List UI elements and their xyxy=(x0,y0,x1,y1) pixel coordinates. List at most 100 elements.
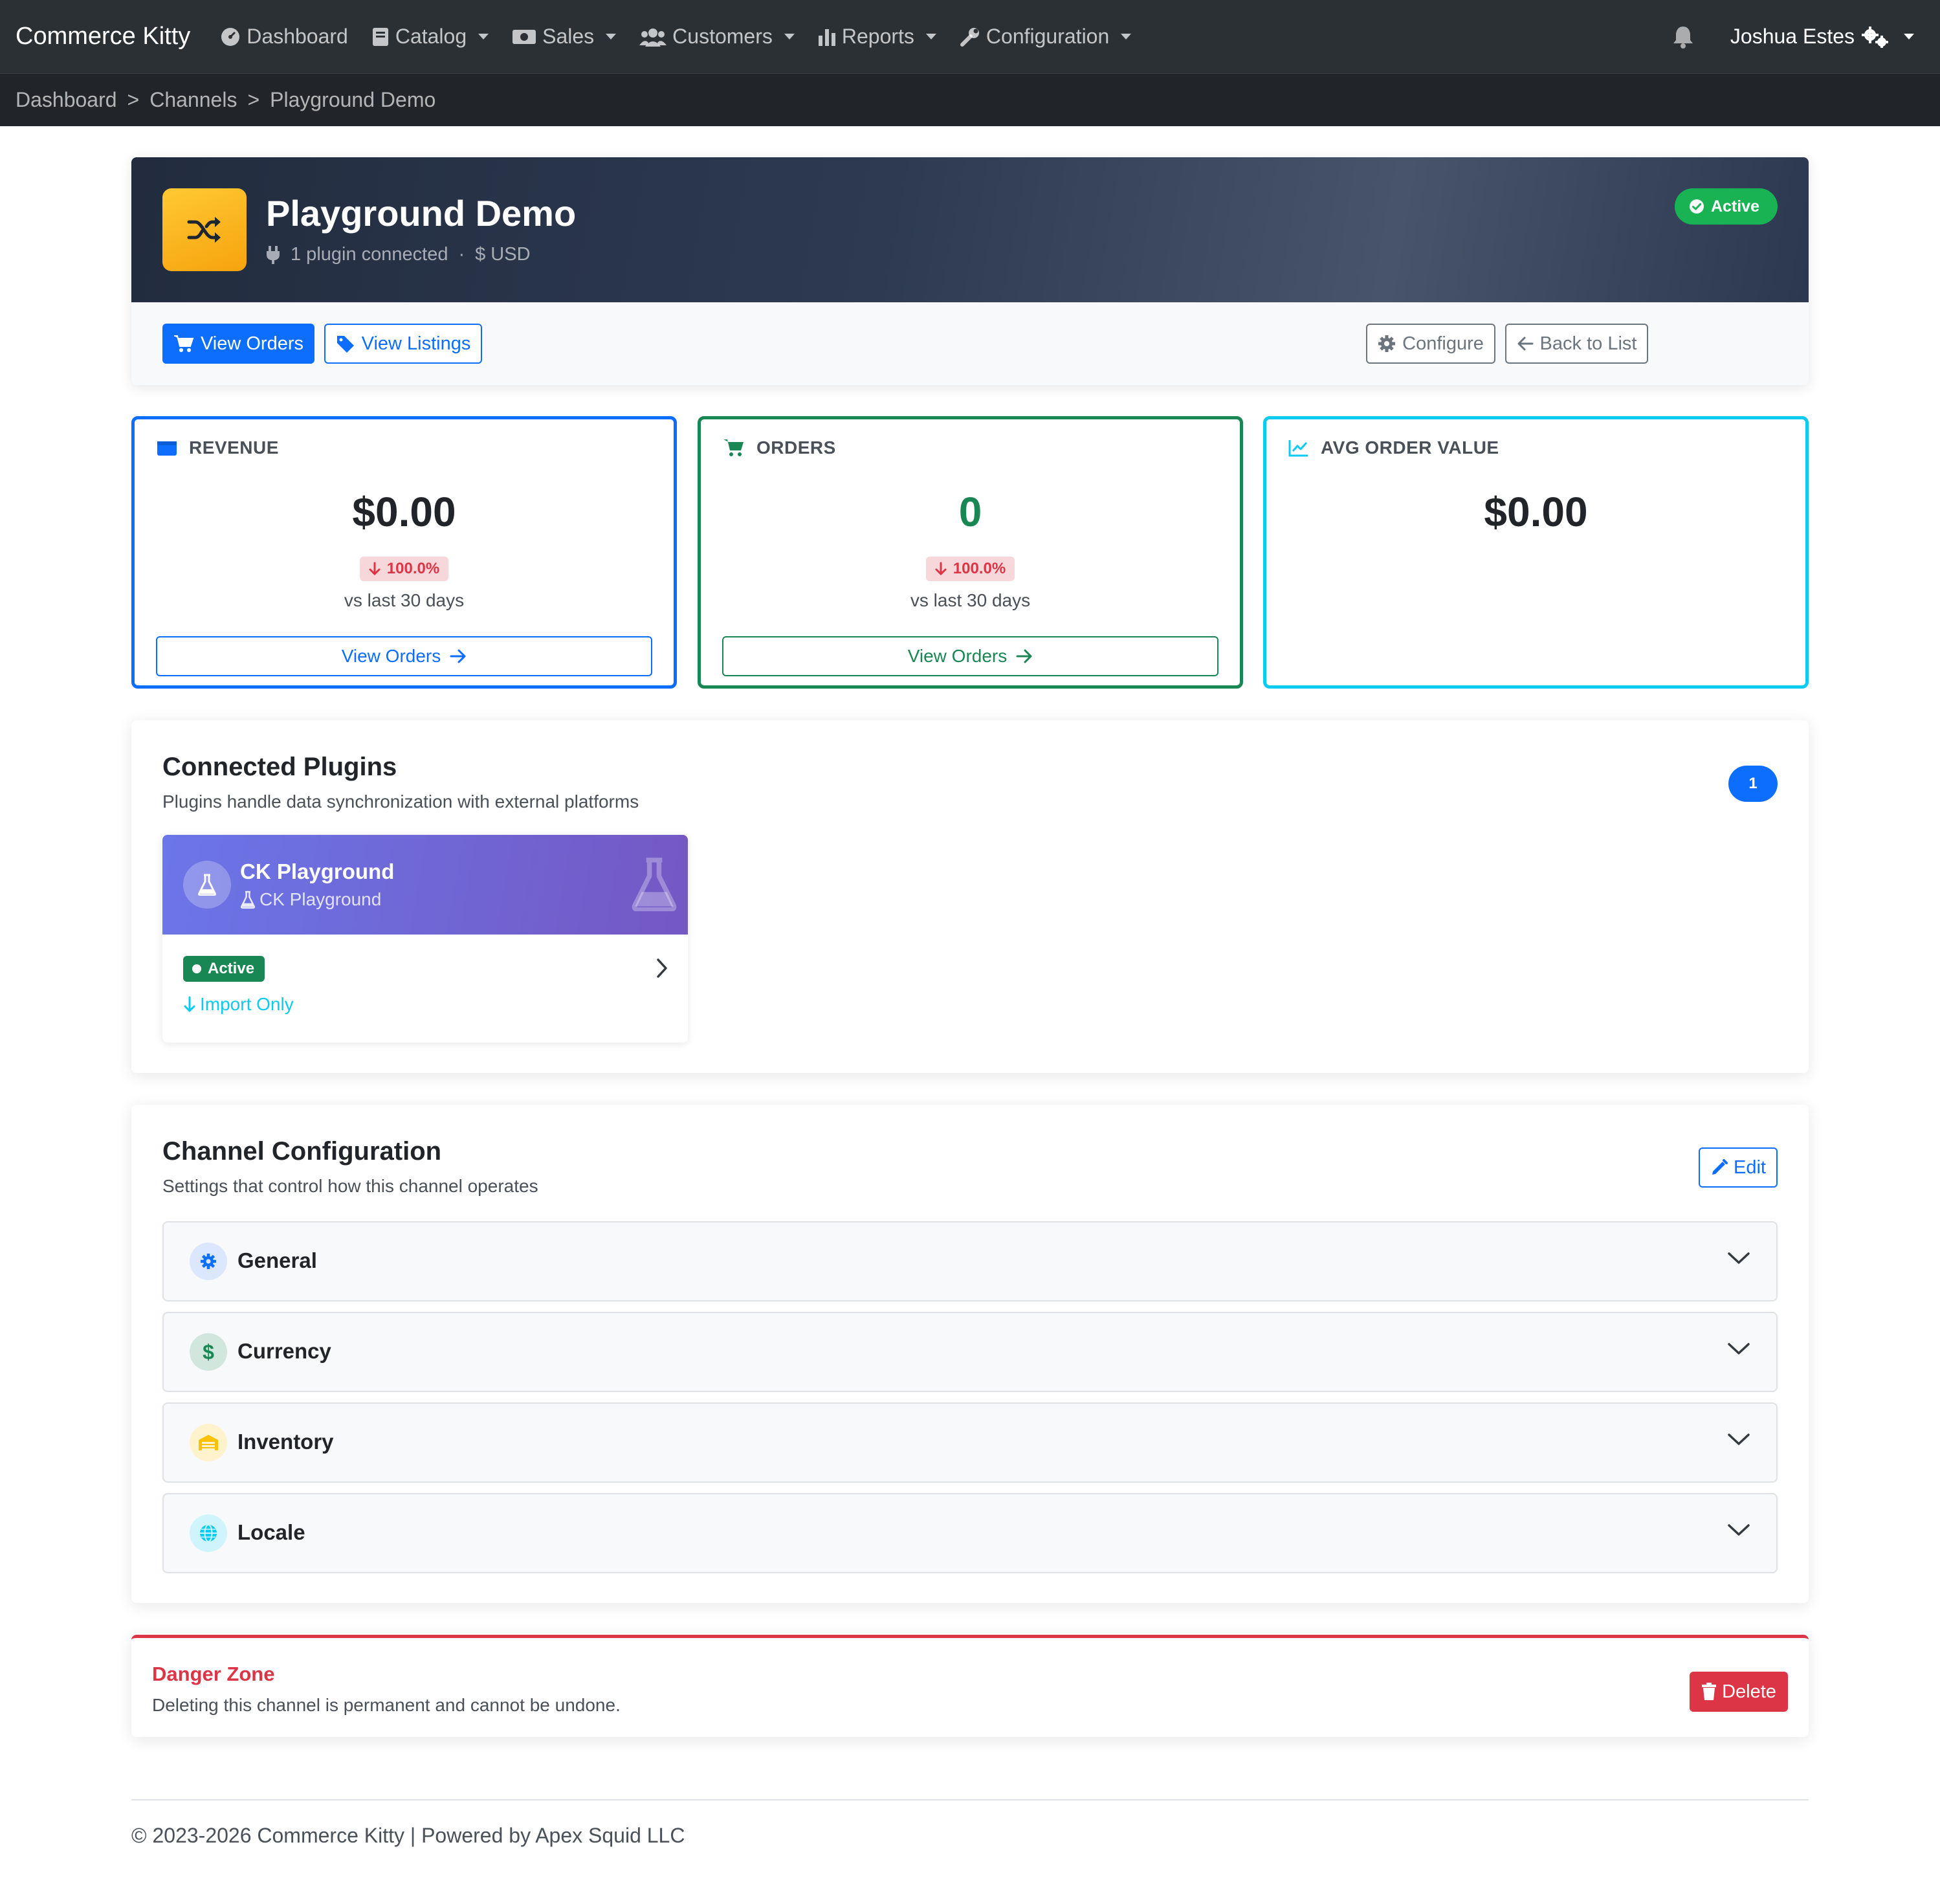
dollar-icon: $ xyxy=(190,1333,227,1371)
revenue-card: REVENUE $0.00 100.0% vs last 30 days Vie… xyxy=(131,416,677,689)
cart-icon xyxy=(173,335,194,352)
nav-catalog[interactable]: Catalog xyxy=(371,25,489,49)
channel-title: Playground Demo xyxy=(266,193,577,234)
orders-view-orders-button[interactable]: View Orders xyxy=(722,636,1218,676)
plugin-card-header: CK Playground CK Playground xyxy=(162,835,688,935)
book-icon xyxy=(372,27,388,46)
nav-reports[interactable]: Reports xyxy=(818,25,936,49)
plugin-status-badge: Active xyxy=(183,956,265,982)
nav-dashboard[interactable]: Dashboard xyxy=(220,25,348,49)
plugins-connected-text: 1 plugin connected xyxy=(291,244,448,265)
arrow-down-icon xyxy=(184,996,195,1012)
tags-icon xyxy=(336,336,354,353)
pencil-icon xyxy=(1712,1159,1728,1175)
revenue-view-orders-button[interactable]: View Orders xyxy=(156,636,652,676)
accordion-locale-label: Locale xyxy=(237,1520,305,1544)
nav-sales[interactable]: Sales xyxy=(512,25,617,49)
delete-channel-button[interactable]: Delete xyxy=(1690,1672,1788,1712)
gear-icon xyxy=(190,1243,227,1280)
accordion-currency[interactable]: $ Currency xyxy=(162,1312,1778,1392)
breadcrumb-channels[interactable]: Channels xyxy=(149,88,237,112)
channel-configuration-description: Settings that control how this channel o… xyxy=(162,1176,538,1196)
revenue-note: vs last 30 days xyxy=(344,590,465,610)
breadcrumb: Dashboard > Channels > Playground Demo xyxy=(0,73,1940,126)
plugin-count-badge: 1 xyxy=(1728,766,1778,802)
back-to-list-button[interactable]: Back to List xyxy=(1505,324,1648,364)
chevron-down-icon xyxy=(1904,34,1914,39)
brand-logo[interactable]: Commerce Kitty xyxy=(16,23,190,50)
shuffle-icon xyxy=(187,217,221,243)
plugin-avatar xyxy=(183,861,231,909)
chevron-down-icon xyxy=(925,34,936,39)
dollar-icon: $ xyxy=(475,244,486,265)
channel-configuration-panel: Channel Configuration Settings that cont… xyxy=(131,1105,1809,1603)
meta-separator: · xyxy=(458,244,465,265)
accordion-general-label: General xyxy=(237,1248,317,1272)
orders-change-badge: 100.0% xyxy=(925,557,1015,581)
orders-card: ORDERS 0 100.0% vs last 30 days View Ord… xyxy=(698,416,1243,689)
plugin-card[interactable]: CK Playground CK Playground Active Impor… xyxy=(162,835,688,1043)
check-circle-icon xyxy=(1689,199,1704,214)
flask-icon xyxy=(198,874,216,896)
accordion-general[interactable]: General xyxy=(162,1221,1778,1301)
orders-label: ORDERS xyxy=(723,437,836,458)
chevron-down-icon xyxy=(606,34,617,39)
view-orders-button[interactable]: View Orders xyxy=(162,324,314,364)
status-badge-label: Active xyxy=(1710,197,1759,216)
channel-actions: View Orders View Listings Configure Back… xyxy=(131,302,1809,385)
accordion-locale[interactable]: Locale xyxy=(162,1493,1778,1573)
flask-watermark-icon xyxy=(632,858,677,911)
nav-reports-label: Reports xyxy=(841,25,914,48)
breadcrumb-dashboard[interactable]: Dashboard xyxy=(16,88,117,112)
revenue-change-badge: 100.0% xyxy=(359,557,449,581)
accordion-currency-label: Currency xyxy=(237,1339,331,1363)
arrow-down-icon xyxy=(935,562,947,575)
bell-icon[interactable] xyxy=(1672,25,1694,49)
chevron-down-icon xyxy=(478,34,489,39)
plugin-sync-mode: Import Only xyxy=(183,994,294,1015)
nav-dashboard-label: Dashboard xyxy=(247,25,348,48)
channel-avatar xyxy=(162,188,247,271)
channel-configuration-title: Channel Configuration xyxy=(162,1137,442,1166)
nav-right: Joshua Estes xyxy=(1672,0,1914,73)
nav-configuration[interactable]: Configuration xyxy=(960,25,1132,49)
edit-configuration-button[interactable]: Edit xyxy=(1699,1147,1778,1188)
chevron-down-icon xyxy=(1728,1434,1750,1445)
nav-catalog-label: Catalog xyxy=(395,25,467,48)
avg-order-value-card: AVG ORDER VALUE $0.00 xyxy=(1263,416,1809,689)
accordion-inventory[interactable]: Inventory xyxy=(162,1402,1778,1483)
user-menu[interactable]: Joshua Estes xyxy=(1730,25,1914,49)
chevron-right-icon[interactable] xyxy=(656,958,668,979)
connected-plugins-description: Plugins handle data synchronization with… xyxy=(162,791,639,812)
breadcrumb-current: Playground Demo xyxy=(270,88,436,111)
chevron-down-icon xyxy=(1728,1524,1750,1536)
chevron-down-icon xyxy=(784,34,795,39)
status-dot-icon xyxy=(192,964,201,973)
nav-customers-label: Customers xyxy=(672,25,773,48)
orders-note: vs last 30 days xyxy=(910,590,1031,610)
view-listings-button[interactable]: View Listings xyxy=(324,324,482,364)
footer-divider xyxy=(131,1799,1809,1800)
accordion-inventory-label: Inventory xyxy=(237,1430,334,1454)
currency-text: USD xyxy=(491,244,531,265)
orders-value: 0 xyxy=(958,489,982,535)
configure-label: Configure xyxy=(1402,333,1484,354)
nav-customers[interactable]: Customers xyxy=(639,25,795,49)
chevron-down-icon xyxy=(1121,34,1132,39)
cart-icon xyxy=(723,439,744,456)
danger-zone-title: Danger Zone xyxy=(152,1663,275,1685)
view-listings-label: View Listings xyxy=(361,333,471,354)
nav-configuration-label: Configuration xyxy=(986,25,1110,48)
view-orders-label: View Orders xyxy=(200,333,304,354)
channel-header-banner: Playground Demo 1 plugin connected · $ U… xyxy=(131,157,1809,302)
line-chart-icon xyxy=(1288,440,1308,457)
revenue-label: REVENUE xyxy=(157,437,279,458)
top-navbar: Commerce Kitty Dashboard Catalog Sales C… xyxy=(0,0,1940,73)
globe-icon xyxy=(190,1514,227,1552)
chevron-down-icon xyxy=(1728,1343,1750,1355)
plugin-type: CK Playground xyxy=(240,889,381,910)
configure-button[interactable]: Configure xyxy=(1366,324,1495,364)
danger-zone-card: Danger Zone Deleting this channel is per… xyxy=(131,1635,1809,1737)
channel-header-card: Playground Demo 1 plugin connected · $ U… xyxy=(131,157,1809,385)
plug-icon xyxy=(267,245,280,264)
